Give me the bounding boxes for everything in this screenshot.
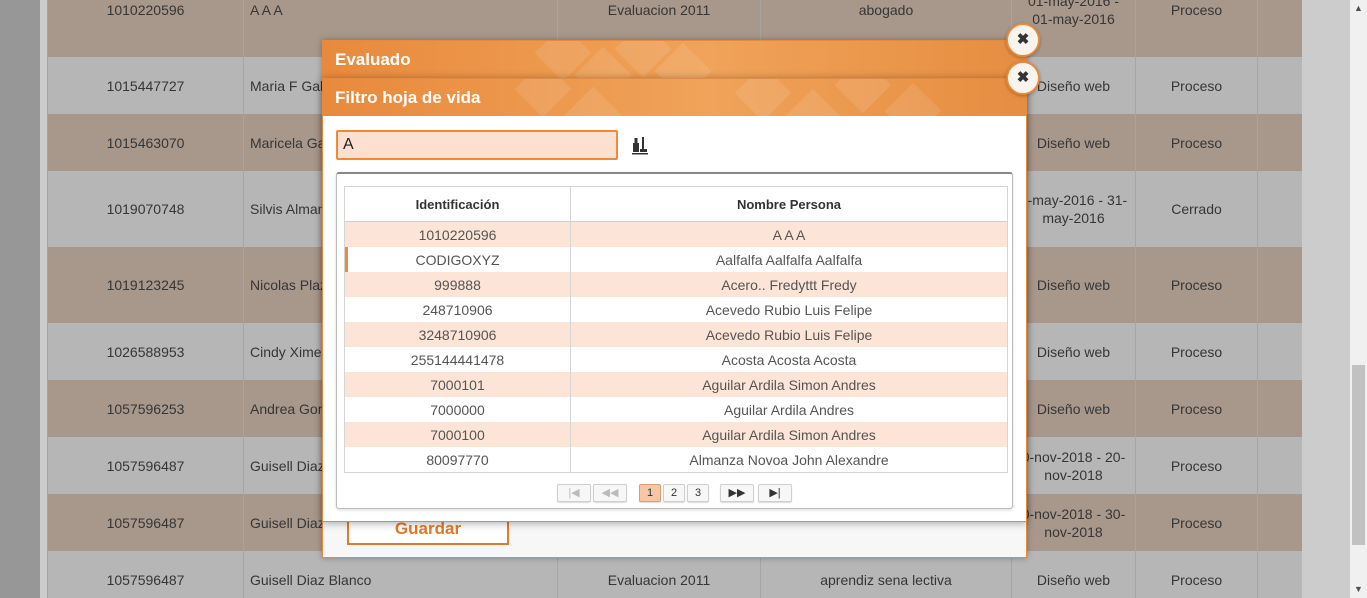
grid-row[interactable]: 3248710906 Acevedo Rubio Luis Felipe — [344, 322, 1008, 347]
grid-header-row: Identificación Nombre Persona — [344, 186, 1008, 222]
filtro-dialog-header[interactable]: Filtro hoja de vida — [323, 79, 1026, 116]
grid-cell-nombre: Acevedo Rubio Luis Felipe — [570, 297, 1008, 322]
header-pattern — [884, 82, 942, 116]
search-input[interactable] — [336, 130, 618, 160]
results-grid: Identificación Nombre Persona 1010220596… — [344, 186, 1008, 473]
grid-cell-nombre: A A A — [570, 221, 1008, 247]
close-icon: ✖ — [1016, 31, 1030, 48]
grid-cell-identificacion: 3248710906 — [344, 322, 571, 347]
grid-row[interactable]: 7000100 Aguilar Ardila Simon Andres — [344, 422, 1008, 447]
grid-cell-nombre: Aguilar Ardila Andres — [570, 397, 1008, 422]
grid-cell-identificacion: 7000101 — [344, 372, 571, 397]
filtro-dialog-title: Filtro hoja de vida — [335, 88, 481, 107]
scroll-up-arrow[interactable]: ▲ — [1350, 0, 1367, 17]
pager-page-2[interactable]: 2 — [663, 484, 685, 502]
grid-row[interactable]: 7000000 Aguilar Ardila Andres — [344, 397, 1008, 422]
grid-row[interactable]: 248710906 Acevedo Rubio Luis Felipe — [344, 297, 1008, 322]
pager-last-button[interactable]: ▶| — [758, 484, 792, 502]
grid-cell-nombre: Acosta Acosta Acosta — [570, 347, 1008, 372]
grid-row[interactable]: 7000101 Aguilar Ardila Simon Andres — [344, 372, 1008, 397]
pager-first-button[interactable]: |◀ — [557, 484, 591, 502]
scrollbar-thumb[interactable] — [1352, 365, 1365, 545]
grid-cell-identificacion: 7000100 — [344, 422, 571, 447]
vertical-scrollbar[interactable]: ▲ ▼ — [1350, 0, 1367, 598]
header-pattern — [734, 79, 792, 116]
filtro-dialog: Filtro hoja de vida Identificación Nombr… — [322, 78, 1027, 522]
grid-cell-nombre: Acero.. Fredyttt Fredy — [570, 272, 1008, 297]
grid-cell-identificacion: CODIGOXYZ — [344, 247, 571, 272]
grid-cell-nombre: Aalfalfa Aalfalfa Aalfalfa — [570, 247, 1008, 272]
grid-cell-nombre: Acevedo Rubio Luis Felipe — [570, 322, 1008, 347]
results-grid-container: Identificación Nombre Persona 1010220596… — [336, 172, 1013, 509]
grid-cell-nombre: Almanza Novoa John Alexandre — [570, 447, 1008, 473]
pager-page-3[interactable]: 3 — [687, 484, 709, 502]
evaluado-close-button[interactable]: ✖ — [1006, 23, 1040, 57]
close-icon: ✖ — [1016, 69, 1030, 86]
evaluado-dialog-header[interactable]: Evaluado — [323, 41, 1026, 78]
grid-row[interactable]: 255144441478 Acosta Acosta Acosta — [344, 347, 1008, 372]
column-header-identificacion[interactable]: Identificación — [344, 186, 571, 222]
pager-next-button[interactable]: ▶▶ — [720, 484, 754, 502]
grid-cell-identificacion: 255144441478 — [344, 347, 571, 372]
grid-cell-identificacion: 80097770 — [344, 447, 571, 473]
grid-row[interactable]: 999888 Acero.. Fredyttt Fredy — [344, 272, 1008, 297]
eraser-icon[interactable] — [631, 135, 649, 155]
grid-cell-nombre: Aguilar Ardila Simon Andres — [570, 422, 1008, 447]
grid-cell-identificacion: 999888 — [344, 272, 571, 297]
header-pattern — [514, 79, 572, 116]
grid-cell-identificacion: 248710906 — [344, 297, 571, 322]
header-pattern — [834, 79, 892, 114]
grid-row[interactable]: CODIGOXYZ Aalfalfa Aalfalfa Aalfalfa — [344, 247, 1008, 272]
grid-row[interactable]: 80097770 Almanza Novoa John Alexandre — [344, 447, 1008, 473]
evaluado-dialog-title: Evaluado — [335, 50, 411, 69]
grid-cell-nombre: Aguilar Ardila Simon Andres — [570, 372, 1008, 397]
pager-page-1[interactable]: 1 — [639, 484, 661, 502]
grid-cell-identificacion: 1010220596 — [344, 221, 571, 247]
header-pattern — [784, 88, 842, 116]
filtro-close-button[interactable]: ✖ — [1006, 61, 1040, 95]
scroll-down-arrow[interactable]: ▼ — [1350, 581, 1367, 598]
header-pattern — [564, 86, 622, 116]
grid-row[interactable]: 1010220596 A A A — [344, 221, 1008, 247]
grid-cell-identificacion: 7000000 — [344, 397, 571, 422]
pager-prev-button[interactable]: ◀◀ — [593, 484, 627, 502]
column-header-nombre[interactable]: Nombre Persona — [570, 186, 1008, 222]
